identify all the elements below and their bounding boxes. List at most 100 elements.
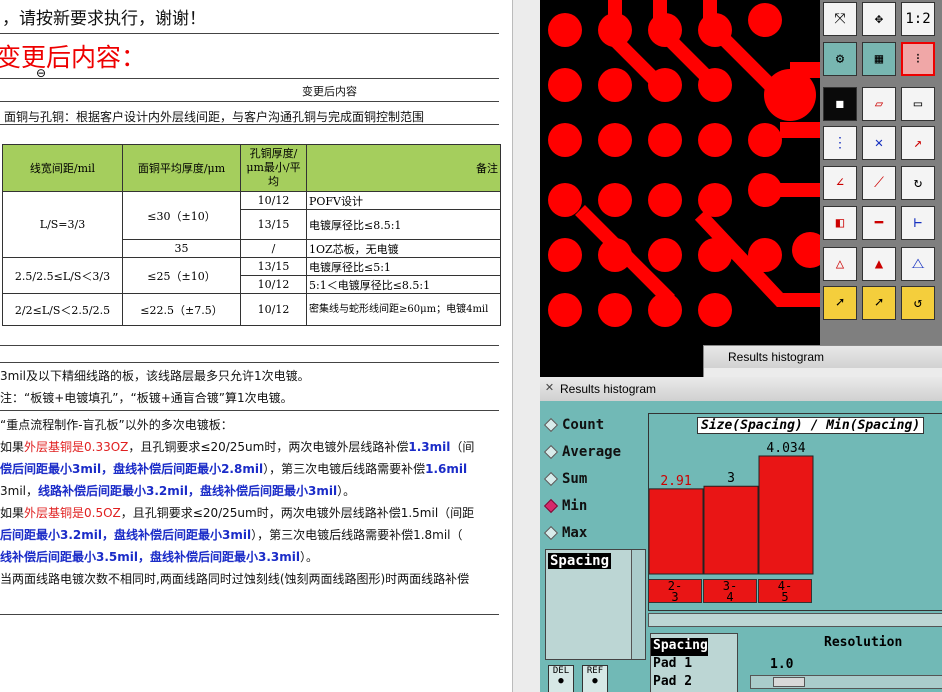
list-item[interactable]: Spacing: [651, 638, 708, 656]
grid-icon[interactable]: ▦: [862, 42, 896, 76]
document-pane: ，请按新要求执行，谢谢！ 变更后内容： ⊖ 变更后内容 面铜与孔铜：根据客户设计…: [0, 0, 512, 692]
paragraph: 后间距最小3.2mil，盘线补偿后间距最小3mil），第三次电镀后线路需要补偿1…: [0, 528, 463, 542]
option-min[interactable]: Min: [543, 492, 642, 519]
option-average[interactable]: Average: [543, 438, 642, 465]
table-row: 2.5/2.5≤L/S＜3/3 ≤25（±10） 13/15 电镀厚径比≤5:1: [2, 257, 501, 294]
delete-button[interactable]: DEL ●: [548, 665, 574, 692]
triangle-measure-icon[interactable]: ⧍: [901, 247, 935, 281]
measure-icon[interactable]: ⊢: [901, 206, 935, 240]
refresh-button[interactable]: REF ●: [582, 665, 608, 692]
ruler-icon[interactable]: ▭: [901, 87, 935, 121]
attribute-list[interactable]: Spacing: [545, 549, 646, 660]
pad-place-icon[interactable]: ◧: [823, 206, 857, 240]
table-cell: ≤22.5（±7.5）: [122, 293, 241, 326]
bar-value-label: 2.91: [660, 474, 691, 489]
table-cell: 密集线与蛇形线间距≥60μm；电镀4mil: [306, 293, 501, 326]
table-cell: /: [240, 239, 307, 258]
slider-thumb[interactable]: [773, 677, 805, 687]
results-histogram-window: ✕ Results histogram Count Average Sum Mi…: [540, 377, 942, 692]
paragraph: 偿后间距最小3mil，盘线补偿后间距最小2.8mil），第三次电镀后线路需要补偿…: [0, 462, 468, 476]
bin-label: 2- 3: [648, 579, 702, 603]
radio-diamond-icon: [543, 417, 559, 432]
option-max[interactable]: Max: [543, 519, 642, 546]
triangle-outline-icon[interactable]: △: [823, 247, 857, 281]
rotate-icon[interactable]: ↻: [901, 166, 935, 200]
vertical-scrollbar[interactable]: [631, 550, 645, 659]
table-cell: ≤30（±10）: [122, 191, 241, 240]
divider-line: [0, 614, 499, 615]
radio-diamond-icon: [543, 471, 559, 486]
layer-tool-icon[interactable]: ⚙: [823, 42, 857, 76]
option-count[interactable]: Count: [543, 411, 642, 438]
table-caption: 变更后内容: [302, 85, 357, 98]
line-tool-icon[interactable]: ━: [862, 206, 896, 240]
tool-palette: ⤧ ✥ 1:2 ⚙ ▦ ⁝ ◼ ▱ ▭ ⋮ ✕ ↗ ∠ ⟋ ↻ ◧ ━ ⊢ △ …: [820, 0, 942, 345]
section-title: 变更后内容：: [0, 43, 147, 72]
diagonal-line-icon[interactable]: ⟋: [862, 166, 896, 200]
table-cell: 10/12: [240, 293, 307, 326]
pointer-rotate-icon[interactable]: ↺: [901, 286, 935, 320]
header-cell: 面铜平均厚度/μm: [122, 144, 241, 192]
histogram-bar[interactable]: [703, 485, 759, 575]
resolution-label: Resolution: [824, 635, 903, 650]
cam-application: ⤧ ✥ 1:2 ⚙ ▦ ⁝ ◼ ▱ ▭ ⋮ ✕ ↗ ∠ ⟋ ↻ ◧ ━ ⊢ △ …: [540, 0, 942, 692]
bar-value-label: 4.034: [766, 441, 805, 456]
table-cell: 13/15: [240, 209, 307, 240]
shape-edit-icon[interactable]: ▱: [862, 87, 896, 121]
table-cell: 电镀厚径比≤5:1: [306, 257, 501, 276]
table-cell: ≤25（±10）: [122, 257, 241, 294]
resolution-control: Resolution 1.0: [744, 629, 942, 692]
list-item[interactable]: Pad 1: [651, 656, 737, 674]
table-cell: 10/12: [240, 191, 307, 210]
paragraph: 3mil及以下精细线路的板，该线路层最多只允许1次电镀。: [0, 369, 310, 383]
divider-line: [0, 410, 499, 411]
paragraph: 当两面线路电镀次数不相同时,两面线路同时过蚀刻线(蚀刻两面线路图形)时两面线路补…: [0, 572, 470, 586]
net-highlight-icon[interactable]: ⁝: [901, 42, 935, 76]
histogram-bar[interactable]: [758, 455, 814, 575]
center-view-icon[interactable]: ✥: [862, 2, 896, 36]
list-item[interactable]: Pad 2: [651, 674, 737, 692]
paragraph: “重点流程制作-盲孔板”以外的多次电镀板：: [0, 418, 233, 432]
resolution-value: 1.0: [770, 657, 794, 672]
table-cell: POFV设计: [306, 191, 501, 210]
table-cell: 35: [122, 239, 241, 258]
radio-diamond-icon: [543, 498, 559, 513]
table-cell: 5:1＜电镀厚径比≤8.5:1: [306, 275, 501, 294]
histogram-bar[interactable]: [649, 488, 704, 575]
divider-line: [0, 78, 499, 79]
bin-labels: 2- 3 3- 4 4- 5: [648, 573, 942, 611]
window-title: Results histogram: [704, 346, 942, 368]
radio-diamond-icon: [543, 525, 559, 540]
fit-view-icon[interactable]: ⤧: [823, 2, 857, 36]
table-cell: 1OZ芯板，无电镀: [306, 239, 501, 258]
divider-line: [0, 101, 499, 102]
resolution-slider[interactable]: [750, 675, 942, 689]
pointer-icon[interactable]: ➚: [823, 286, 857, 320]
bin-label: 4- 5: [758, 579, 812, 603]
table-row: L/S=3/3 ≤30（±10） 10/12 POFV设计: [2, 191, 501, 258]
delete-connection-icon[interactable]: ✕: [862, 126, 896, 160]
list-item[interactable]: Spacing: [548, 553, 612, 569]
copper-requirement-line: 面铜与孔铜：根据客户设计内外层线间距，与客户沟通孔铜与完成面铜控制范围: [4, 110, 425, 124]
connect-pads-icon[interactable]: ⋮: [823, 126, 857, 160]
header-cell: 备注: [306, 144, 501, 192]
bottom-panel: Spacing Pad 1 Pad 2 Resolution 1.0: [648, 629, 942, 692]
window-titlebar: ✕ Results histogram: [540, 377, 942, 401]
table-cell: 10/12: [240, 275, 307, 294]
move-pad-icon[interactable]: ↗: [901, 126, 935, 160]
pane-divider[interactable]: [512, 0, 542, 692]
paragraph: 如果外层基铜是0.33OZ，且孔铜要求≤20/25um时，两次电镀外层线路补偿1…: [0, 440, 475, 454]
zoom-ratio-button[interactable]: 1:2: [901, 2, 935, 36]
triangle-fill-icon[interactable]: ▲: [862, 247, 896, 281]
feature-list[interactable]: Spacing Pad 1 Pad 2: [650, 633, 738, 692]
angle-line-icon[interactable]: ∠: [823, 166, 857, 200]
pointer-alt-icon[interactable]: ➚: [862, 286, 896, 320]
horizontal-scrollbar[interactable]: [648, 613, 942, 627]
paragraph: 线补偿后间距最小3.5mil，盘线补偿后间距最小3.3mil）。: [0, 550, 318, 564]
select-box-icon[interactable]: ◼: [823, 87, 857, 121]
table-row: 2/2≤L/S＜2.5/2.5 ≤22.5（±7.5） 10/12 密集线与蛇形…: [2, 293, 501, 326]
board-canvas[interactable]: [540, 0, 820, 345]
option-sum[interactable]: Sum: [543, 465, 642, 492]
window-title: Results histogram: [560, 382, 657, 396]
close-icon[interactable]: ✕: [543, 382, 556, 395]
